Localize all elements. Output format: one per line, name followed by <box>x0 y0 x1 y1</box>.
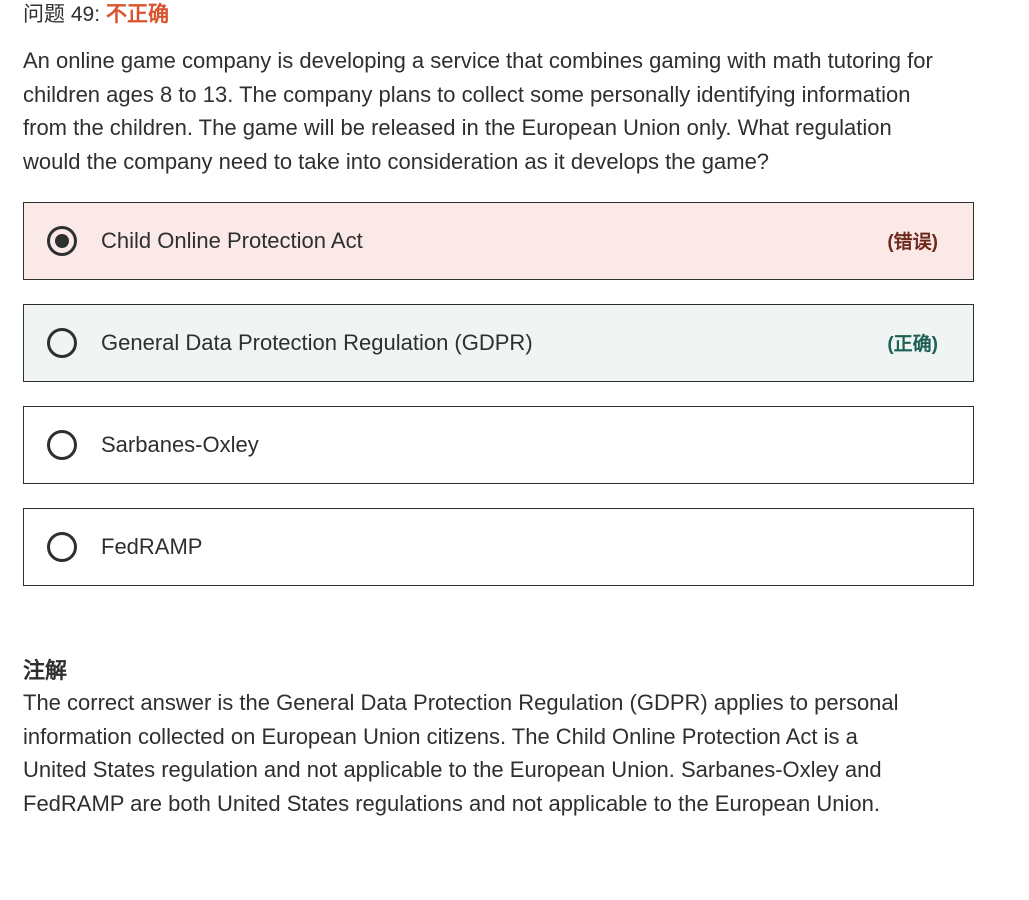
answer-option-2[interactable]: General Data Protection Regulation (GDPR… <box>23 303 974 382</box>
correct-tag: (正确) <box>887 334 938 356</box>
answer-option-4[interactable]: FedRAMP <box>23 507 974 586</box>
answer-option-1[interactable]: Child Online Protection Act (错误) <box>23 201 974 280</box>
explanation-text: The correct answer is the General Data P… <box>23 689 899 816</box>
question-panel: 问题 49: 不正确 An online game company is dev… <box>23 0 974 821</box>
answer-list: Child Online Protection Act (错误) General… <box>23 201 974 586</box>
answer-label: General Data Protection Regulation (GDPR… <box>101 329 533 355</box>
question-text: An online game company is developing a s… <box>23 48 933 175</box>
question-number: 问题 49: <box>23 3 101 26</box>
question-header: 问题 49: 不正确 <box>23 0 974 30</box>
radio-unselected-icon[interactable] <box>47 531 77 562</box>
answer-label: Sarbanes-Oxley <box>101 431 259 457</box>
answer-label: Child Online Protection Act <box>101 227 363 253</box>
radio-unselected-icon[interactable] <box>47 429 77 460</box>
radio-dot <box>55 233 69 248</box>
radio-selected-icon[interactable] <box>47 225 77 256</box>
radio-unselected-icon[interactable] <box>47 327 77 358</box>
answer-label: FedRAMP <box>101 533 203 559</box>
result-status: 不正确 <box>106 3 170 26</box>
answer-option-3[interactable]: Sarbanes-Oxley <box>23 405 974 484</box>
incorrect-tag: (错误) <box>887 232 938 254</box>
explanation-title: 注解 <box>23 657 68 683</box>
explanation-section: 注解 The correct answer is the General Dat… <box>23 656 974 821</box>
